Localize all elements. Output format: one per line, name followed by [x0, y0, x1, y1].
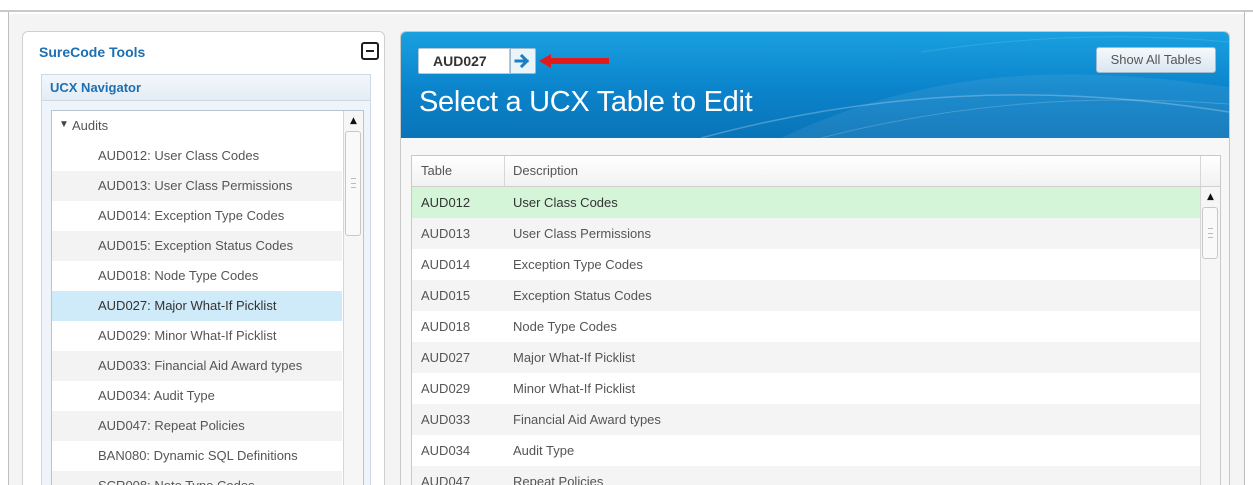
table-row[interactable]: AUD033 Financial Aid Award types [412, 404, 1200, 435]
ucx-table-grid: Table Description AUD012 User Class Codes… [411, 155, 1221, 485]
window-right-border [1244, 12, 1245, 485]
tree-item[interactable]: AUD029: Minor What-If Picklist [52, 321, 342, 351]
window-top-edge [0, 0, 1253, 12]
table-description-cell: Audit Type [513, 443, 575, 458]
table-description-cell: User Class Permissions [513, 226, 651, 241]
collapse-panel-button[interactable] [361, 42, 379, 60]
red-arrow-icon [539, 54, 609, 68]
minus-box-icon [366, 50, 374, 52]
table-description-cell: Minor What-If Picklist [513, 381, 636, 396]
table-row[interactable]: AUD013 User Class Permissions [412, 218, 1200, 249]
scrollbar-thumb[interactable] [1202, 207, 1218, 259]
table-code-cell: AUD029 [421, 381, 471, 396]
table-description-cell: Repeat Policies [513, 474, 604, 485]
table-row[interactable]: AUD027 Major What-If Picklist [412, 342, 1200, 373]
triangle-down-icon[interactable]: ▼ [59, 119, 69, 130]
table-code-cell: AUD033 [421, 412, 471, 427]
table-code-input[interactable]: AUD027 [418, 48, 510, 74]
tree-item[interactable]: AUD033: Financial Aid Award types [52, 351, 342, 381]
table-code-cell: AUD034 [421, 443, 471, 458]
window-left-border [8, 12, 9, 485]
go-button[interactable] [510, 48, 536, 74]
scrollbar-thumb[interactable] [345, 131, 361, 236]
tree-item[interactable]: AUD047: Repeat Policies [52, 411, 342, 441]
arrow-right-icon [514, 53, 530, 69]
table-code-cell: AUD027 [421, 350, 471, 365]
navigator-tree: ▼ Audits AUD012: User Class Codes AUD013:… [51, 110, 364, 485]
navigator-header: UCX Navigator [42, 75, 370, 101]
tree-item[interactable]: AUD012: User Class Codes [52, 141, 342, 171]
table-row[interactable]: AUD029 Minor What-If Picklist [412, 373, 1200, 404]
column-header-description[interactable]: Description [505, 156, 1200, 186]
tree-item[interactable]: AUD018: Node Type Codes [52, 261, 342, 291]
scroll-up-arrow-icon[interactable]: ▲ [344, 111, 363, 131]
table-code-cell: AUD013 [421, 226, 471, 241]
navigator-title: UCX Navigator [50, 80, 142, 95]
page-title: Select a UCX Table to Edit [419, 86, 753, 118]
show-all-tables-button[interactable]: Show All Tables [1096, 47, 1216, 73]
tree-group-label: Audits [72, 118, 109, 133]
table-row[interactable]: AUD012 User Class Codes [412, 187, 1200, 218]
tree-item[interactable]: AUD014: Exception Type Codes [52, 201, 342, 231]
panel-title: SureCode Tools [39, 44, 146, 60]
table-description-cell: Exception Type Codes [513, 257, 643, 272]
column-header-table[interactable]: Table [412, 156, 505, 186]
panel-header: AUD027 Show All Tables Select a UCX Tabl… [401, 32, 1229, 138]
surecode-tools-panel: SureCode Tools UCX Navigator ▼ Audits AU… [22, 31, 385, 485]
tree-group-audits[interactable]: ▼ Audits [52, 111, 342, 141]
table-scrollbar[interactable]: ▲ [1200, 187, 1220, 485]
tree-item[interactable]: AUD027: Major What-If Picklist [52, 291, 342, 321]
table-description-cell: Exception Status Codes [513, 288, 652, 303]
tree-item[interactable]: AUD013: User Class Permissions [52, 171, 342, 201]
tree-item[interactable]: BAN080: Dynamic SQL Definitions [52, 441, 342, 471]
grip-icon [351, 178, 356, 188]
ucx-navigator: UCX Navigator ▼ Audits AUD012: User Clas… [41, 74, 371, 485]
table-row[interactable]: AUD034 Audit Type [412, 435, 1200, 466]
table-code-cell: AUD018 [421, 319, 471, 334]
table-description-cell: Node Type Codes [513, 319, 617, 334]
table-description-cell: User Class Codes [513, 195, 618, 210]
scroll-up-arrow-icon[interactable]: ▲ [1201, 187, 1220, 207]
table-code-cell: AUD014 [421, 257, 471, 272]
table-selector-panel: AUD027 Show All Tables Select a UCX Tabl… [400, 31, 1230, 485]
table-row[interactable]: AUD018 Node Type Codes [412, 311, 1200, 342]
tree-item-list: AUD012: User Class Codes AUD013: User Cla… [52, 141, 342, 485]
grip-icon [1208, 228, 1213, 238]
table-body: AUD012 User Class Codes AUD013 User Class P… [412, 187, 1200, 485]
table-code-cell: AUD047 [421, 474, 471, 485]
table-description-cell: Major What-If Picklist [513, 350, 636, 365]
table-description-cell: Financial Aid Award types [513, 412, 661, 427]
tree-item[interactable]: AUD034: Audit Type [52, 381, 342, 411]
tree-item[interactable]: SCR008: Note Type Codes [52, 471, 342, 485]
table-row[interactable]: AUD015 Exception Status Codes [412, 280, 1200, 311]
table-code-cell: AUD012 [421, 195, 471, 210]
table-code-cell: AUD015 [421, 288, 471, 303]
table-row[interactable]: AUD014 Exception Type Codes [412, 249, 1200, 280]
navigator-scrollbar[interactable]: ▲ [343, 111, 363, 485]
tree-item[interactable]: AUD015: Exception Status Codes [52, 231, 342, 261]
header-corner [1200, 156, 1220, 186]
table-row[interactable]: AUD047 Repeat Policies [412, 466, 1200, 485]
table-header-row: Table Description [412, 156, 1220, 187]
